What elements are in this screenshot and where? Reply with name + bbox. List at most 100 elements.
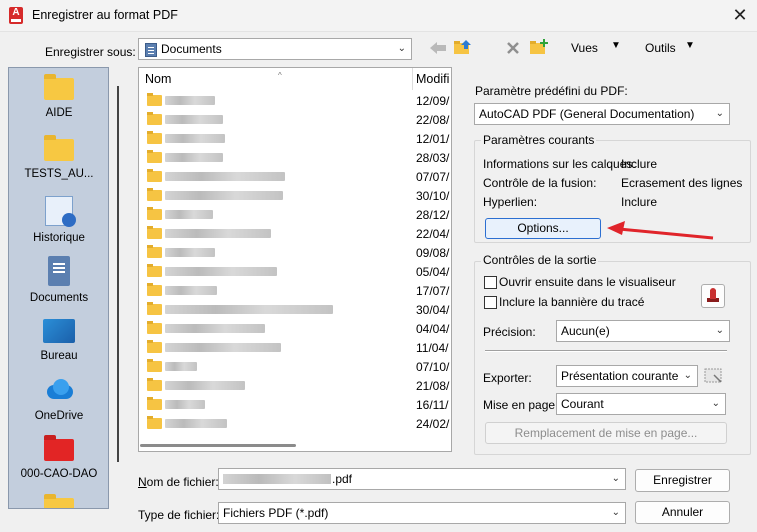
include-banner-checkbox[interactable] <box>484 296 497 309</box>
folder-icon <box>147 112 162 125</box>
list-item[interactable]: 07/07/ <box>139 167 451 186</box>
save-button[interactable]: Enregistrer <box>635 469 730 492</box>
documents-icon <box>48 256 70 286</box>
filetype-dropdown[interactable]: Fichiers PDF (*.pdf) ⌄ <box>218 502 626 524</box>
list-item[interactable]: 07/10/ <box>139 357 451 376</box>
delete-icon[interactable] <box>505 40 521 56</box>
select-layouts-icon[interactable] <box>704 367 724 385</box>
folder-icon <box>147 283 162 296</box>
folder-icon <box>147 131 162 144</box>
folder-icon <box>147 397 162 410</box>
place-bureau[interactable]: Bureau <box>9 319 108 362</box>
file-list[interactable]: Nom ^ Modifi 12/09/ 22/08/ 12/01/ 28/03/ … <box>138 67 452 452</box>
save-in-value: Documents <box>161 42 222 56</box>
save-in-label: Enregistrer sous: <box>45 45 136 59</box>
place-tests[interactable]: TESTS_AU... <box>9 135 108 180</box>
back-arrow-icon[interactable] <box>428 40 448 56</box>
file-name-blurred <box>165 362 197 371</box>
up-folder-icon[interactable] <box>453 38 473 56</box>
column-name-header[interactable]: Nom ^ <box>145 71 282 86</box>
list-item[interactable]: 17/07/ <box>139 281 451 300</box>
include-banner-label: Inclure la bannière du tracé <box>499 295 645 309</box>
chevron-down-icon: ⌄ <box>711 398 720 409</box>
file-name-blurred <box>165 324 265 333</box>
onedrive-icon <box>43 379 75 403</box>
filename-blurred <box>223 474 331 484</box>
file-name-blurred <box>165 248 215 257</box>
separator <box>485 350 727 352</box>
list-item[interactable]: 30/10/ <box>139 186 451 205</box>
layout-dropdown[interactable]: Courant ⌄ <box>556 393 726 415</box>
merge-control-label: Contrôle de la fusion: <box>483 176 597 190</box>
title-bar: A Enregistrer au format PDF ✕ <box>0 0 757 32</box>
list-item[interactable]: 04/04/ <box>139 319 451 338</box>
file-name-blurred <box>165 172 285 181</box>
list-item[interactable]: 09/08/ <box>139 243 451 262</box>
desktop-icon <box>43 319 75 343</box>
options-button[interactable]: Options... <box>485 218 601 239</box>
file-list-hscrollbar[interactable] <box>140 444 296 447</box>
folder-icon <box>147 416 162 429</box>
list-item[interactable]: 24/02/ <box>139 414 451 433</box>
list-item[interactable]: 12/01/ <box>139 129 451 148</box>
filename-input[interactable]: .pdf ⌄ <box>218 468 626 490</box>
place-onedrive[interactable]: OneDrive <box>9 379 108 422</box>
file-name-blurred <box>165 305 333 314</box>
merge-control-value: Ecrasement des lignes <box>621 176 743 190</box>
folder-icon <box>147 340 162 353</box>
file-name-blurred <box>165 400 205 409</box>
file-name-blurred <box>165 96 215 105</box>
folder-icon <box>147 93 162 106</box>
list-item[interactable]: 22/04/ <box>139 224 451 243</box>
list-item[interactable]: 28/12/ <box>139 205 451 224</box>
list-item[interactable]: 30/04/ <box>139 300 451 319</box>
new-folder-icon[interactable] <box>529 38 549 56</box>
file-name-blurred <box>165 267 277 276</box>
export-dropdown[interactable]: Présentation courante ⌄ <box>556 365 698 387</box>
folder-icon <box>147 302 162 315</box>
places-scrollbar[interactable] <box>117 86 119 462</box>
list-item[interactable]: 28/03/ <box>139 148 451 167</box>
list-item[interactable]: 11/04/ <box>139 338 451 357</box>
layers-info-label: Informations sur les calques: <box>483 157 636 171</box>
file-name-blurred <box>165 286 217 295</box>
list-item[interactable]: 12/09/ <box>139 91 451 110</box>
file-name-blurred <box>165 134 225 143</box>
open-viewer-checkbox[interactable] <box>484 276 497 289</box>
folder-icon <box>44 494 74 508</box>
list-item[interactable]: 05/04/ <box>139 262 451 281</box>
layout-override-button[interactable]: Remplacement de mise en page... <box>485 422 727 444</box>
precision-label: Précision: <box>483 325 536 339</box>
folder-icon <box>44 74 74 100</box>
current-params-title: Paramètres courants <box>481 133 597 147</box>
layout-label: Mise en page: <box>483 398 559 412</box>
column-modified-header[interactable]: Modifi <box>416 72 449 86</box>
views-menu[interactable]: Vues ▼ <box>571 40 621 55</box>
list-item[interactable]: 21/08/ <box>139 376 451 395</box>
folder-icon <box>147 226 162 239</box>
close-icon[interactable]: ✕ <box>728 4 752 28</box>
folder-icon <box>147 264 162 277</box>
place-aide[interactable]: AIDE <box>9 74 108 119</box>
chevron-down-icon: ⌄ <box>683 370 692 381</box>
folder-icon <box>147 359 162 372</box>
file-name-blurred <box>165 115 223 124</box>
list-item[interactable]: 22/08/ <box>139 110 451 129</box>
place-historique[interactable]: Historique <box>9 196 108 244</box>
list-item[interactable]: 16/11/ <box>139 395 451 414</box>
cancel-button[interactable]: Annuler <box>635 501 730 524</box>
folder-icon <box>147 245 162 258</box>
plot-stamp-button[interactable] <box>701 284 725 308</box>
file-name-blurred <box>165 343 281 352</box>
annotation-arrow-icon <box>607 221 714 240</box>
place-documents[interactable]: Documents <box>9 256 108 304</box>
open-viewer-label: Ouvrir ensuite dans le visualiseur <box>499 275 676 289</box>
place-partial[interactable] <box>9 494 108 508</box>
place-cao-dao[interactable]: 000-CAO-DAO <box>9 435 108 480</box>
precision-dropdown[interactable]: Aucun(e) ⌄ <box>556 320 730 342</box>
save-in-dropdown[interactable]: Documents ⌄ <box>138 38 412 60</box>
preset-dropdown[interactable]: AutoCAD PDF (General Documentation) ⌄ <box>474 103 730 125</box>
file-name-blurred <box>165 210 213 219</box>
file-name-blurred <box>165 153 223 162</box>
tools-menu[interactable]: Outils ▼ <box>645 40 695 55</box>
